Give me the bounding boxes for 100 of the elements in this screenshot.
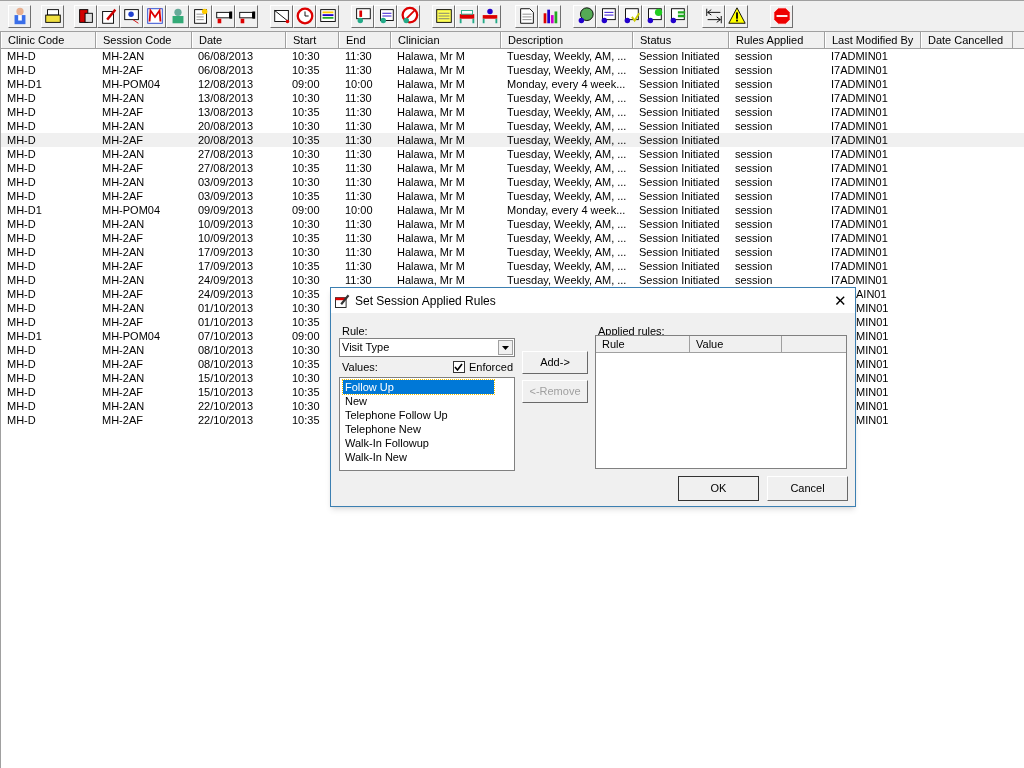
toolbar-button[interactable]	[596, 4, 619, 28]
enforced-checkbox[interactable]: Enforced	[452, 358, 513, 376]
toolbar-button[interactable]	[515, 4, 538, 28]
table-cell: MIN01	[856, 372, 889, 384]
table-cell: MH-2AF	[102, 106, 143, 118]
table-row[interactable]: MH-D MH-2AN 17/09/2013 10:30 11:30 Halawa, Mr M Tuesday, Weekly, AM, ... Session Initiated session I7ADMIN01	[1, 245, 1024, 259]
column-header[interactable]: Value	[690, 336, 782, 352]
column-header[interactable]: Rule	[596, 336, 690, 352]
toolbar-button[interactable]	[316, 4, 339, 28]
table-row[interactable]: MH-D MH-2AF 17/09/2013 10:35 11:30 Halawa, Mr M Tuesday, Weekly, AM, ... Session Initiated session I7ADMIN01	[1, 259, 1024, 273]
table-cell: 24/09/2013	[198, 288, 254, 300]
column-header[interactable]: End	[339, 32, 391, 48]
table-cell: 13/08/2013	[198, 92, 254, 104]
table-cell: MH-D	[7, 148, 36, 160]
rule-dropdown[interactable]: Visit Type	[339, 338, 515, 357]
toolbar-button[interactable]	[478, 4, 501, 28]
list-item[interactable]: Walk-In New	[343, 450, 494, 464]
table-row[interactable]: MH-D MH-2AN 20/08/2013 10:30 11:30 Halawa, Mr M Tuesday, Weekly, AM, ... Session Initiated session I7ADMIN01	[1, 119, 1024, 133]
table-cell: 27/08/2013	[198, 148, 254, 160]
toolbar-button[interactable]	[725, 4, 748, 28]
table-row[interactable]: MH-D1 MH-POM04 09/09/2013 09:00 10:00 Halawa, Mr M Monday, every 4 week... Session Initiated session I7ADMIN01	[1, 203, 1024, 217]
column-header[interactable]: Last Modified By	[825, 32, 921, 48]
toolbar-button[interactable]	[41, 4, 64, 28]
table-cell: Session Initiated	[639, 246, 720, 258]
table-row[interactable]: MH-D MH-2AF 06/08/2013 10:35 11:30 Halawa, Mr M Tuesday, Weekly, AM, ... Session Initiated session I7ADMIN01	[1, 63, 1024, 77]
table-row[interactable]: MH-D MH-2AF 10/09/2013 10:35 11:30 Halawa, Mr M Tuesday, Weekly, AM, ... Session Initiated session I7ADMIN01	[1, 231, 1024, 245]
table-cell: MH-2AF	[102, 358, 143, 370]
selected-row[interactable]: MH-D MH-2AF 20/08/2013 10:35 11:30 Halawa, Mr M Tuesday, Weekly, AM, ... Session Initiated I7ADMIN01	[1, 133, 1024, 147]
table-row[interactable]: MH-D MH-2AN 24/09/2013 10:30 11:30 Halawa, Mr M Tuesday, Weekly, AM, ... Session Initiated session I7ADMIN01	[1, 273, 1024, 287]
table-cell: Tuesday, Weekly, AM, ...	[507, 190, 627, 202]
table-row[interactable]: MH-D MH-2AN 27/08/2013 10:30 11:30 Halawa, Mr M Tuesday, Weekly, AM, ... Session Initiated session I7ADMIN01	[1, 147, 1024, 161]
list-item[interactable]: Walk-In Followup	[343, 436, 494, 450]
table-row[interactable]: MH-D1 MH-POM04 12/08/2013 09:00 10:00 Halawa, Mr M Monday, every 4 week... Session Initiated session I7ADMIN01	[1, 77, 1024, 91]
table-cell: I7ADMIN01	[831, 92, 888, 104]
table-cell: Halawa, Mr M	[397, 246, 465, 258]
column-header[interactable]: Clinician	[391, 32, 501, 48]
table-cell: 11:30	[345, 64, 372, 76]
table-row[interactable]: MH-D MH-2AN 06/08/2013 10:30 11:30 Halawa, Mr M Tuesday, Weekly, AM, ... Session Initiated session I7ADMIN01	[1, 49, 1024, 63]
table-cell: MH-D1	[7, 78, 42, 90]
table-cell: 24/09/2013	[198, 274, 254, 286]
table-cell: Halawa, Mr M	[397, 120, 465, 132]
column-header[interactable]: Clinic Code	[1, 32, 96, 48]
table-cell: MH-2AF	[102, 232, 143, 244]
table-row[interactable]: MH-D MH-2AF 27/08/2013 10:35 11:30 Halawa, Mr M Tuesday, Weekly, AM, ... Session Initiated session I7ADMIN01	[1, 161, 1024, 175]
table-cell: session	[735, 274, 773, 286]
table-cell: Halawa, Mr M	[397, 190, 465, 202]
table-cell: MH-D	[7, 106, 36, 118]
table-cell: I7ADMIN01	[831, 190, 888, 202]
toolbar-button[interactable]	[538, 4, 561, 28]
table-cell: 11:30	[345, 190, 372, 202]
column-header[interactable]: Description	[501, 32, 633, 48]
table-cell: 10:30	[292, 148, 320, 160]
table-row[interactable]: MH-D MH-2AN 03/09/2013 10:30 11:30 Halawa, Mr M Tuesday, Weekly, AM, ... Session Initiated session I7ADMIN01	[1, 175, 1024, 189]
toolbar-button[interactable]	[97, 4, 120, 28]
table-row[interactable]: MH-D MH-2AN 10/09/2013 10:30 11:30 Halawa, Mr M Tuesday, Weekly, AM, ... Session Initiated session I7ADMIN01	[1, 217, 1024, 231]
column-header[interactable]: Status	[633, 32, 729, 48]
table-cell: Halawa, Mr M	[397, 64, 465, 76]
list-item[interactable]: Follow Up	[343, 380, 494, 394]
ok-button[interactable]: OK	[678, 476, 759, 501]
toolbar-button[interactable]	[432, 4, 455, 28]
table-cell: 11:30	[345, 134, 372, 146]
checkmark-icon	[454, 363, 464, 371]
column-header[interactable]: Start	[286, 32, 339, 48]
toolbar-button[interactable]	[74, 4, 97, 28]
values-list[interactable]: Follow Up New Telephone Follow Up Telephone New Walk-In Followup Walk-In New	[339, 377, 515, 471]
toolbar-button[interactable]	[189, 4, 212, 28]
monitor-icon	[121, 6, 142, 26]
toolbar-button[interactable]	[351, 4, 374, 28]
column-header[interactable]: Date	[192, 32, 286, 48]
toolbar-button[interactable]	[374, 4, 397, 28]
close-button[interactable]: ✕	[834, 293, 847, 308]
table-cell: Session Initiated	[639, 274, 720, 286]
table-cell: 11:30	[345, 246, 372, 258]
table-cell: Session Initiated	[639, 120, 720, 132]
table-cell: I7ADMIN01	[831, 162, 888, 174]
list-item[interactable]: New	[343, 394, 494, 408]
toolbar-button[interactable]	[120, 4, 143, 28]
table-cell: session	[735, 260, 773, 272]
toolbar-button[interactable]	[702, 4, 725, 28]
table-cell: MH-2AF	[102, 64, 143, 76]
table-cell: 11:30	[345, 162, 372, 174]
column-header[interactable]: Session Code	[96, 32, 192, 48]
dialog-title: Set Session Applied Rules	[355, 292, 497, 310]
list-item[interactable]: Telephone New	[343, 422, 494, 436]
table-cell: MH-2AN	[102, 246, 145, 258]
table-row[interactable]: MH-D MH-2AN 13/08/2013 10:30 11:30 Halawa, Mr M Tuesday, Weekly, AM, ... Session Initiated session I7ADMIN01	[1, 91, 1024, 105]
table-cell: 10:35	[292, 134, 320, 146]
table-cell: MH-D	[7, 134, 36, 146]
table-row[interactable]: MH-D MH-2AF 03/09/2013 10:35 11:30 Halawa, Mr M Tuesday, Weekly, AM, ... Session Initiated session I7ADMIN01	[1, 189, 1024, 203]
toolbar-button[interactable]	[619, 4, 642, 28]
list-item[interactable]: Telephone Follow Up	[343, 408, 494, 422]
table-cell: Session Initiated	[639, 50, 720, 62]
cancel-button[interactable]: Cancel	[767, 476, 848, 501]
column-header[interactable]: Date Cancelled	[921, 32, 1013, 48]
column-header[interactable]: Rules Applied	[729, 32, 825, 48]
table-cell: 10:30	[292, 302, 320, 314]
table-cell: MH-2AF	[102, 414, 143, 426]
table-row[interactable]: MH-D MH-2AF 13/08/2013 10:35 11:30 Halawa, Mr M Tuesday, Weekly, AM, ... Session Initiated session I7ADMIN01	[1, 105, 1024, 119]
table-cell: Monday, every 4 week...	[507, 78, 626, 90]
dialog-button[interactable]: Add->	[522, 351, 588, 374]
